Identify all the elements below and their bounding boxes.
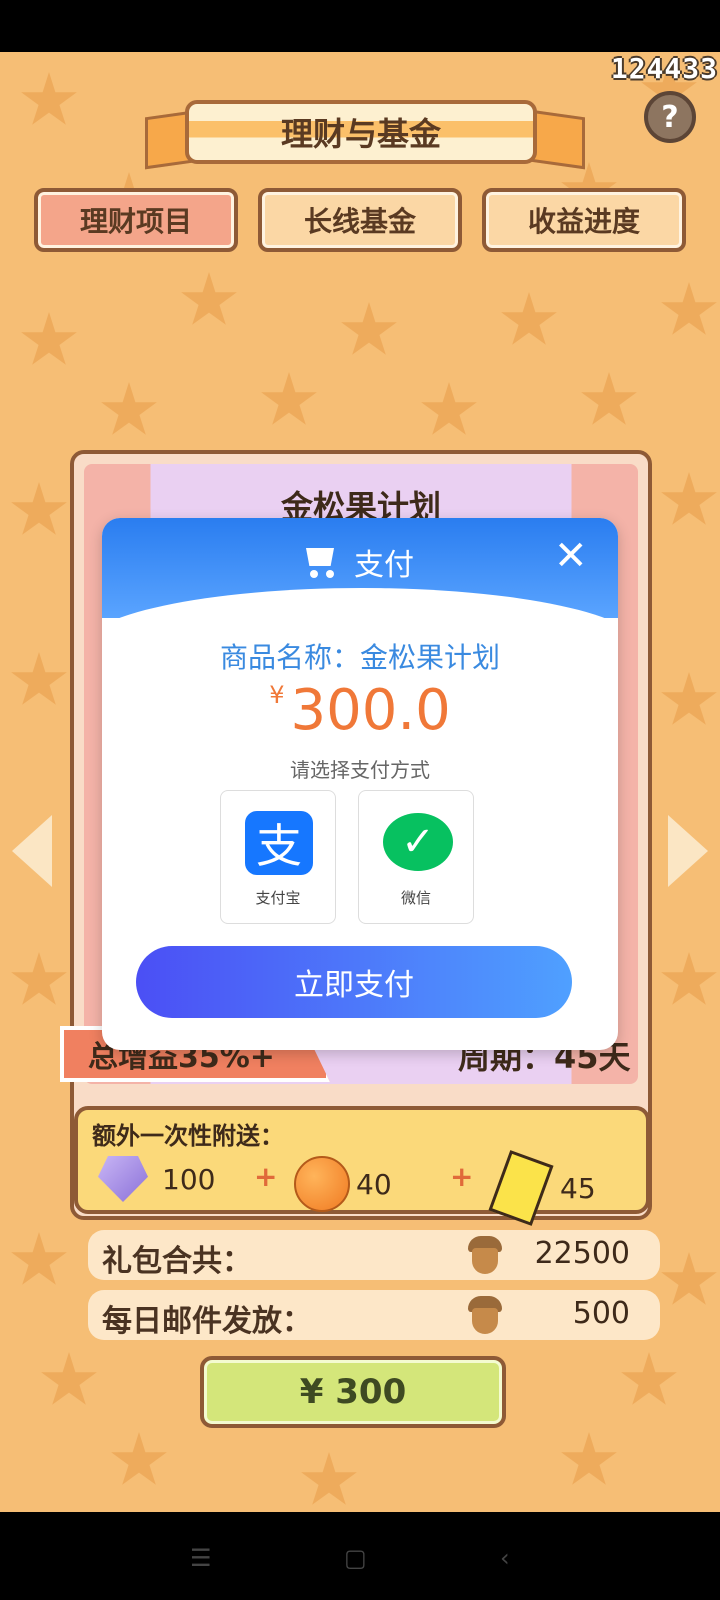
gem-icon [98, 1156, 148, 1202]
daily-row: 每日邮件发放： 500 [88, 1290, 660, 1340]
bonus-orange-count: 40 [356, 1167, 392, 1201]
back-icon[interactable]: ‹ [500, 1544, 510, 1572]
tab-finance-projects[interactable]: 理财项目 [34, 188, 238, 252]
system-nav-bar: ☰ ▢ ‹ [0, 1512, 720, 1600]
question-icon: ? [661, 99, 679, 135]
page-title: 理财与基金 [185, 100, 537, 164]
prev-arrow-icon[interactable] [12, 815, 52, 887]
ticket-icon [488, 1150, 554, 1226]
bonus-item: 40 [294, 1156, 392, 1212]
payment-title: 支付 [354, 548, 414, 583]
bonus-label: 额外一次性附送： [92, 1122, 284, 1150]
acorn-icon [468, 1236, 502, 1274]
payment-dialog: 支付 ✕ 商品名称：金松果计划 ¥300.0 请选择支付方式 支 支付宝 ✓ 微… [102, 518, 618, 1050]
payment-amount: ¥300.0 [102, 678, 618, 743]
pay-now-button[interactable]: 立即支付 [136, 946, 572, 1018]
amount-value: 300.0 [290, 678, 451, 743]
bonus-ticket-count: 45 [560, 1171, 596, 1205]
next-arrow-icon[interactable] [668, 815, 708, 887]
home-icon[interactable]: ▢ [344, 1544, 367, 1572]
bonus-gem-count: 100 [162, 1162, 216, 1196]
daily-value: 500 [572, 1296, 630, 1331]
choose-method-text: 请选择支付方式 [290, 758, 430, 782]
bonus-panel: 额外一次性附送： 100 + 40 + 45 [74, 1106, 650, 1226]
close-icon[interactable]: ✕ [554, 536, 588, 576]
title-banner: 理财与基金 [145, 100, 585, 170]
orange-icon [294, 1156, 350, 1212]
bonus-item: 45 [488, 1150, 596, 1226]
wechat-icon: ✓ [383, 813, 453, 871]
tab-earnings-progress[interactable]: 收益进度 [482, 188, 686, 252]
score-counter: 124433 [610, 52, 718, 85]
menu-icon[interactable]: ☰ [190, 1544, 212, 1572]
status-bar [0, 0, 720, 52]
tab-long-term-fund[interactable]: 长线基金 [258, 188, 462, 252]
buy-button[interactable]: ¥ 300 [200, 1356, 506, 1428]
bonus-item: 100 [98, 1156, 215, 1202]
total-row: 礼包合共： 22500 [88, 1230, 660, 1280]
currency-symbol: ¥ [269, 681, 285, 709]
wechat-option[interactable]: ✓ 微信 [358, 790, 474, 924]
plus-sign: + [450, 1160, 474, 1193]
alipay-label: 支付宝 [255, 889, 301, 907]
help-button[interactable]: ? [644, 91, 696, 143]
total-value: 22500 [534, 1236, 630, 1271]
wechat-label: 微信 [400, 889, 431, 907]
total-label: 礼包合共： [102, 1244, 252, 1279]
alipay-option[interactable]: 支 支付宝 [220, 790, 336, 924]
acorn-icon [468, 1296, 502, 1334]
product-name: 商品名称：金松果计划 [219, 641, 500, 674]
daily-label: 每日邮件发放： [102, 1304, 312, 1339]
plus-sign: + [254, 1160, 278, 1193]
alipay-icon: 支 [245, 811, 313, 875]
